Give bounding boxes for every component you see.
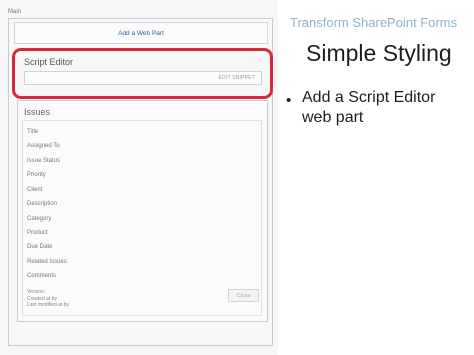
item-metadata: Version: Created at by Last modified at … — [27, 289, 69, 309]
field-label: Related Issues — [27, 259, 67, 265]
modified-text: Last modified at by — [27, 302, 69, 308]
issues-form-body — [22, 120, 262, 316]
field-label: Priority — [27, 172, 46, 178]
bullet-point-icon: • — [286, 92, 292, 109]
field-label: Title — [27, 129, 39, 135]
add-web-part-button[interactable]: Add a Web Part — [14, 22, 268, 44]
slide-header: Transform SharePoint Forms — [290, 15, 458, 30]
script-editor-highlight — [12, 48, 273, 99]
field-label: Assigned To — [27, 143, 60, 149]
sharepoint-screenshot: Main Add a Web Part Script Editor EDIT S… — [0, 0, 278, 355]
field-label: Due Date — [27, 244, 53, 250]
field-label: Product — [27, 230, 48, 236]
slide-title: Simple Styling — [306, 40, 452, 66]
bullet-text: Add a Script Editor web part — [302, 89, 436, 126]
field-label: Issue Status — [27, 158, 61, 164]
field-label: Client — [27, 187, 43, 193]
close-button[interactable]: Close — [228, 289, 259, 302]
field-label: Category — [27, 216, 52, 222]
field-label: Description — [27, 201, 58, 207]
zone-label: Main — [8, 9, 22, 15]
issues-form-title: Issues — [24, 107, 51, 117]
field-label: Comments — [27, 273, 57, 279]
